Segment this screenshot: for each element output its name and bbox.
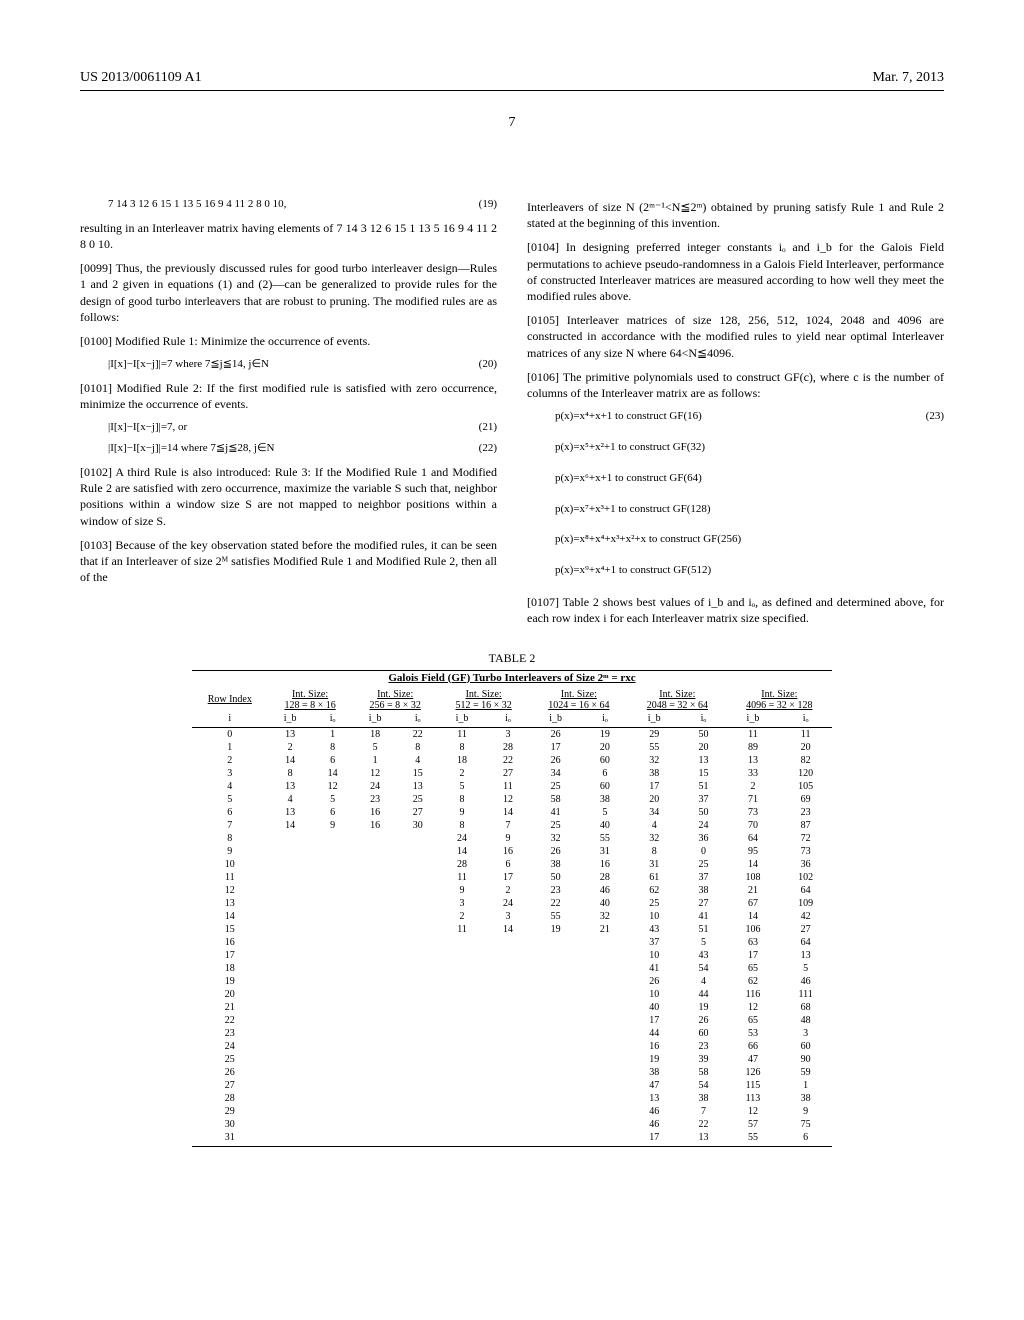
table-row: 1423553210411442 <box>192 910 832 923</box>
para-0106: [0106] The primitive polynomials used to… <box>527 369 944 401</box>
table-row: 38141215227346381533120 <box>192 767 832 780</box>
table-row: 234460533 <box>192 1027 832 1040</box>
para-0107: [0107] Table 2 shows best values of i_b … <box>527 594 944 626</box>
table-row: 714916308725404247087 <box>192 819 832 832</box>
para-0100: [0100] Modified Rule 1: Minimize the occ… <box>80 333 497 349</box>
para-0103: [0103] Because of the key observation st… <box>80 537 497 586</box>
table-row: 5452325812583820377169 <box>192 793 832 806</box>
equation-gf128: p(x)=x⁷+x³+1 to construct GF(128) <box>555 502 944 517</box>
table-row: 1511141921435110627 <box>192 923 832 936</box>
text-continuation: Interleavers of size N (2ᵐ⁻¹<N≦2ᵐ) obtai… <box>527 199 944 231</box>
table-caption: TABLE 2 <box>80 651 944 666</box>
equation-gf64: p(x)=x⁶+x+1 to construct GF(64) <box>555 471 944 486</box>
right-column: Interleavers of size N (2ᵐ⁻¹<N≦2ᵐ) obtai… <box>527 191 944 635</box>
row-index-label: Row Index <box>192 685 268 712</box>
para-0104: [0104] In designing preferred integer co… <box>527 239 944 304</box>
table-row: 192646246 <box>192 975 832 988</box>
table-row: 8249325532366472 <box>192 832 832 845</box>
table-row: 29467129 <box>192 1105 832 1118</box>
table-subheader: i i_b iₒ i_b iₒ i_b iₒ i_b iₒ i_b iₒ i_b… <box>192 712 832 728</box>
table-row: 133242240252767109 <box>192 897 832 910</box>
size-2048-header: Int. Size:2048 = 32 × 64 <box>628 685 727 712</box>
table-row: 26385812659 <box>192 1066 832 1079</box>
table-row: 1292234662382164 <box>192 884 832 897</box>
table-row: 6136162791441534507323 <box>192 806 832 819</box>
table-row: 2140191268 <box>192 1001 832 1014</box>
equation-23: p(x)=x⁴+x+1 to construct GF(16) (23) <box>555 409 944 424</box>
equation-19: 7 14 3 12 6 15 1 13 5 16 9 4 11 2 8 0 10… <box>108 197 497 212</box>
equation-21: |I[x]−I[x−j]|=7, or (21) <box>108 420 497 435</box>
table-row: 914162631809573 <box>192 845 832 858</box>
table-row: 2416236660 <box>192 1040 832 1053</box>
publication-number: US 2013/0061109 A1 <box>80 70 202 86</box>
text-result: resulting in an Interleaver matrix havin… <box>80 220 497 252</box>
equation-20: |I[x]−I[x−j]|=7 where 7≦j≦14, j∈N (20) <box>108 357 497 372</box>
page-number: 7 <box>80 115 944 131</box>
table-row: 163756364 <box>192 936 832 949</box>
table-row: 2146141822266032131382 <box>192 754 832 767</box>
equation-22: |I[x]−I[x−j]|=14 where 7≦j≦28, j∈N (22) <box>108 441 497 456</box>
data-table: Galois Field (GF) Turbo Interleavers of … <box>192 670 832 1147</box>
page-header: US 2013/0061109 A1 Mar. 7, 2013 <box>80 70 944 91</box>
size-512-header: Int. Size:512 = 16 × 32 <box>438 685 530 712</box>
size-4096-header: Int. Size:4096 = 32 × 128 <box>727 685 832 712</box>
table-row: 28133811338 <box>192 1092 832 1105</box>
table-row: 2747541151 <box>192 1079 832 1092</box>
table-row: 201044116111 <box>192 988 832 1001</box>
table-row: 184154655 <box>192 962 832 975</box>
size-128-header: Int. Size:128 = 8 × 16 <box>268 685 353 712</box>
para-0099: [0099] Thus, the previously discussed ru… <box>80 260 497 325</box>
table-row: 10286381631251436 <box>192 858 832 871</box>
para-0102: [0102] A third Rule is also introduced: … <box>80 464 497 529</box>
equation-gf256: p(x)=x⁸+x⁴+x³+x²+x to construct GF(256) <box>555 532 944 547</box>
equation-gf32: p(x)=x⁵+x²+1 to construct GF(32) <box>555 440 944 455</box>
table-row: 01311822113261929501111 <box>192 727 832 741</box>
table-row: 2217266548 <box>192 1014 832 1027</box>
table-row: 12858828172055208920 <box>192 741 832 754</box>
para-0105: [0105] Interleaver matrices of size 128,… <box>527 312 944 361</box>
left-column: 7 14 3 12 6 15 1 13 5 16 9 4 11 2 8 0 10… <box>80 191 497 635</box>
table-subcaption: Galois Field (GF) Turbo Interleavers of … <box>192 670 832 685</box>
para-0101: [0101] Modified Rule 2: If the first mod… <box>80 380 497 412</box>
table-row: 311713556 <box>192 1131 832 1147</box>
table-2: TABLE 2 Galois Field (GF) Turbo Interlea… <box>80 651 944 1147</box>
table-row: 1710431713 <box>192 949 832 962</box>
table-row: 3046225775 <box>192 1118 832 1131</box>
table-row: 413122413511256017512105 <box>192 780 832 793</box>
size-1024-header: Int. Size:1024 = 16 × 64 <box>530 685 629 712</box>
table-row: 2519394790 <box>192 1053 832 1066</box>
publication-date: Mar. 7, 2013 <box>872 70 944 86</box>
table-row: 11111750286137108102 <box>192 871 832 884</box>
size-256-header: Int. Size:256 = 8 × 32 <box>353 685 438 712</box>
equation-gf512: p(x)=x⁹+x⁴+1 to construct GF(512) <box>555 563 944 578</box>
